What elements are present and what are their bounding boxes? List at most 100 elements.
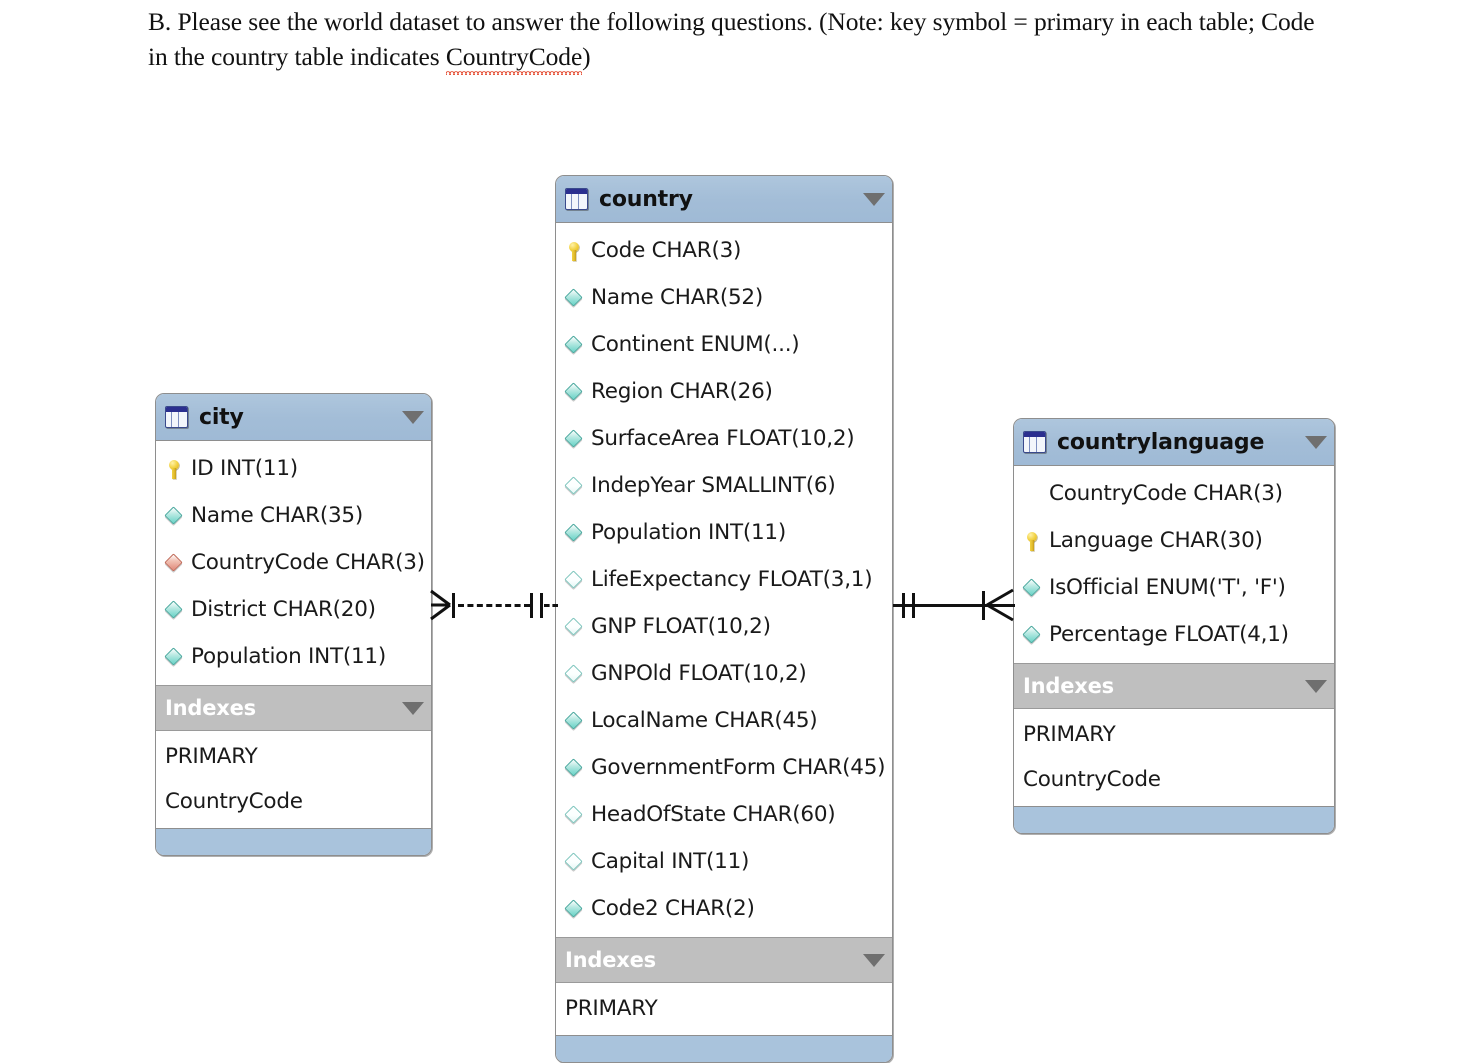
chevron-down-icon[interactable]: [1305, 680, 1327, 693]
cardinality-tick: [540, 593, 543, 618]
not-null-column-icon: [564, 287, 586, 309]
table-row[interactable]: Code2 CHAR(2): [556, 885, 892, 932]
nullable-column-icon: [564, 804, 586, 826]
table-row[interactable]: Percentage FLOAT(4,1): [1014, 611, 1334, 658]
column-label: SurfaceArea FLOAT(10,2): [591, 426, 854, 451]
relationship-city-country[interactable]: [430, 586, 558, 624]
not-null-column-icon: [164, 505, 186, 527]
table-row[interactable]: CountryCode CHAR(3): [1014, 470, 1334, 517]
table-row[interactable]: Name CHAR(35): [156, 492, 431, 539]
relationship-line-dashed: [544, 604, 558, 607]
not-null-column-icon: [1022, 577, 1044, 599]
eer-table-country[interactable]: country Code CHAR(3) Name CHAR(52) Conti…: [555, 175, 893, 1063]
column-label: District CHAR(20): [191, 597, 376, 622]
no-column-icon: [1022, 483, 1044, 505]
chevron-down-icon[interactable]: [863, 193, 885, 206]
table-icon: [1023, 431, 1046, 453]
primary-key-icon: [1022, 530, 1044, 552]
index-list-city: PRIMARY CountryCode: [156, 731, 431, 828]
column-list-country: Code CHAR(3) Name CHAR(52) Continent ENU…: [556, 223, 892, 937]
indexes-section-header-city[interactable]: Indexes: [156, 685, 431, 731]
crow-foot-many-icon: [985, 586, 1015, 624]
primary-key-icon: [164, 458, 186, 480]
table-row[interactable]: SurfaceArea FLOAT(10,2): [556, 415, 892, 462]
indexes-section-header-country[interactable]: Indexes: [556, 937, 892, 983]
not-null-column-icon: [564, 710, 586, 732]
nullable-column-icon: [564, 616, 586, 638]
cardinality-tick: [452, 593, 455, 618]
eer-table-countrylanguage[interactable]: countrylanguage CountryCode CHAR(3) Lang…: [1013, 418, 1335, 834]
column-label: Continent ENUM(...): [591, 332, 799, 357]
table-row[interactable]: Name CHAR(52): [556, 274, 892, 321]
nullable-column-icon: [564, 475, 586, 497]
list-item[interactable]: PRIMARY: [556, 986, 892, 1031]
column-label: GNP FLOAT(10,2): [591, 614, 771, 639]
foreign-key-column-icon: [164, 552, 186, 574]
table-footer: [556, 1035, 892, 1062]
chevron-down-icon[interactable]: [1305, 436, 1327, 449]
list-item[interactable]: PRIMARY: [1014, 712, 1334, 757]
question-line-2-suffix: ): [582, 42, 590, 71]
table-row[interactable]: District CHAR(20): [156, 586, 431, 633]
column-label: Percentage FLOAT(4,1): [1049, 622, 1289, 647]
not-null-column-icon: [564, 522, 586, 544]
table-row[interactable]: GNP FLOAT(10,2): [556, 603, 892, 650]
not-null-column-icon: [164, 599, 186, 621]
list-item[interactable]: PRIMARY: [156, 734, 431, 779]
table-row[interactable]: CountryCode CHAR(3): [156, 539, 431, 586]
table-row[interactable]: Population INT(11): [156, 633, 431, 680]
column-label: CountryCode CHAR(3): [1049, 481, 1283, 506]
table-row[interactable]: IsOfficial ENUM('T', 'F'): [1014, 564, 1334, 611]
not-null-column-icon: [164, 646, 186, 668]
column-label: HeadOfState CHAR(60): [591, 802, 835, 827]
chevron-down-icon[interactable]: [402, 411, 424, 424]
column-label: Name CHAR(35): [191, 503, 363, 528]
table-row[interactable]: Region CHAR(26): [556, 368, 892, 415]
not-null-column-icon: [564, 334, 586, 356]
table-name-label: city: [199, 405, 244, 430]
table-footer: [156, 828, 431, 855]
eer-table-city[interactable]: city ID INT(11) Name CHAR(35) CountryCod…: [155, 393, 432, 856]
column-label: IndepYear SMALLINT(6): [591, 473, 835, 498]
nullable-column-icon: [564, 569, 586, 591]
table-header-city[interactable]: city: [156, 394, 431, 441]
column-label: Language CHAR(30): [1049, 528, 1263, 553]
chevron-down-icon[interactable]: [863, 954, 885, 967]
column-label: Code CHAR(3): [591, 238, 741, 263]
chevron-down-icon[interactable]: [402, 702, 424, 715]
cardinality-tick: [902, 593, 905, 618]
table-row[interactable]: Capital INT(11): [556, 838, 892, 885]
list-item[interactable]: CountryCode: [1014, 757, 1334, 802]
table-row[interactable]: Population INT(11): [556, 509, 892, 556]
column-label: Population INT(11): [591, 520, 786, 545]
table-row[interactable]: LifeExpectancy FLOAT(3,1): [556, 556, 892, 603]
table-name-label: countrylanguage: [1057, 430, 1264, 455]
column-label: CountryCode CHAR(3): [191, 550, 425, 575]
table-row[interactable]: HeadOfState CHAR(60): [556, 791, 892, 838]
table-row[interactable]: GovernmentForm CHAR(45): [556, 744, 892, 791]
table-row[interactable]: Continent ENUM(...): [556, 321, 892, 368]
table-header-countrylanguage[interactable]: countrylanguage: [1014, 419, 1334, 466]
indexes-label: Indexes: [1023, 674, 1114, 698]
question-text: B. Please see the world dataset to answe…: [148, 4, 1338, 74]
table-row[interactable]: GNPOld FLOAT(10,2): [556, 650, 892, 697]
table-icon: [165, 406, 188, 428]
indexes-label: Indexes: [565, 948, 656, 972]
column-label: IsOfficial ENUM('T', 'F'): [1049, 575, 1286, 600]
table-row[interactable]: IndepYear SMALLINT(6): [556, 462, 892, 509]
column-label: Code2 CHAR(2): [591, 896, 755, 921]
list-item[interactable]: CountryCode: [156, 779, 431, 824]
nullable-column-icon: [564, 663, 586, 685]
table-row[interactable]: ID INT(11): [156, 445, 431, 492]
table-header-country[interactable]: country: [556, 176, 892, 223]
not-null-column-icon: [564, 898, 586, 920]
table-row[interactable]: Code CHAR(3): [556, 227, 892, 274]
not-null-column-icon: [564, 757, 586, 779]
table-row[interactable]: Language CHAR(30): [1014, 517, 1334, 564]
column-label: Name CHAR(52): [591, 285, 763, 310]
column-label: LocalName CHAR(45): [591, 708, 817, 733]
column-label: LifeExpectancy FLOAT(3,1): [591, 567, 872, 592]
table-row[interactable]: LocalName CHAR(45): [556, 697, 892, 744]
relationship-country-countrylanguage[interactable]: [893, 586, 1015, 624]
indexes-section-header-countrylanguage[interactable]: Indexes: [1014, 663, 1334, 709]
